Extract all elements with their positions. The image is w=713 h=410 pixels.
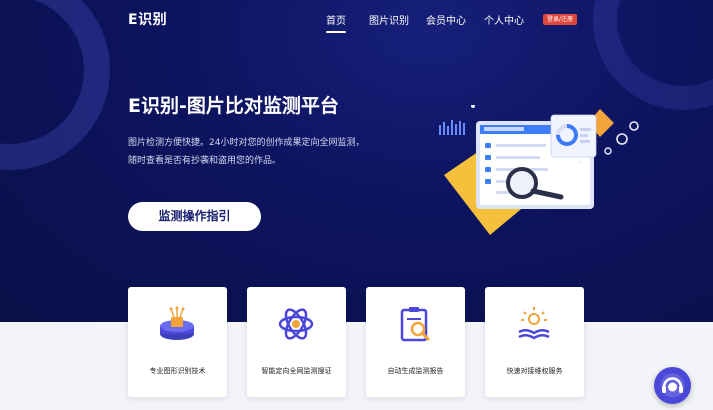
nav-personal-center[interactable]: 个人中心 xyxy=(484,12,524,27)
feature-card[interactable]: 智能定向全网监测搜证 xyxy=(247,287,346,397)
login-register-button[interactable]: 登录/注册 xyxy=(543,14,578,25)
svg-text:+: + xyxy=(576,158,583,167)
feature-card[interactable]: 快速对接维权服务 xyxy=(485,287,584,397)
customer-support-button[interactable] xyxy=(654,367,691,404)
feature-label: 智能定向全网监测搜证 xyxy=(261,367,332,375)
monitoring-guide-button[interactable]: 监测操作指引 xyxy=(128,202,261,231)
report-search-icon xyxy=(400,307,430,342)
mini-bar-chart-icon xyxy=(439,120,465,135)
atom-icon xyxy=(278,308,314,340)
hero-title: E识别-图片比对监测平台 xyxy=(128,95,339,117)
feature-label: 快速对接维权服务 xyxy=(506,367,563,375)
hero-banner: E识别 首页 图片识别 会员中心 个人中心 登录/注册 E识别-图片比对监测平台… xyxy=(0,0,713,322)
decor-ring xyxy=(593,0,713,110)
feature-card[interactable]: 自动生成监测报告 xyxy=(366,287,465,397)
chip-platform-icon xyxy=(160,306,194,340)
book-lightbulb-icon xyxy=(518,307,550,340)
feature-label: 专业图形识别技术 xyxy=(149,367,206,375)
monitoring-illustration: + xyxy=(439,105,639,235)
feature-card[interactable]: 专业图形识别技术 xyxy=(128,287,227,397)
headset-icon xyxy=(660,373,685,398)
hero-description: 图片检测方便快捷。24小时对您的创作成果定向全网监测，随时查看是否有抄袭和盗用您… xyxy=(128,138,365,166)
nav-home[interactable]: 首页 xyxy=(326,12,346,33)
decor-ring xyxy=(0,0,110,170)
feature-cards: 专业图形识别技术 智能定向全网监测搜证 自动生成监测报告 快速对接维权服务 xyxy=(0,287,713,397)
nav-image-recognition[interactable]: 图片识别 xyxy=(369,12,409,27)
site-logo[interactable]: E识别 xyxy=(128,9,167,29)
feature-label: 自动生成监测报告 xyxy=(387,367,444,375)
nav-member-center[interactable]: 会员中心 xyxy=(426,12,466,27)
